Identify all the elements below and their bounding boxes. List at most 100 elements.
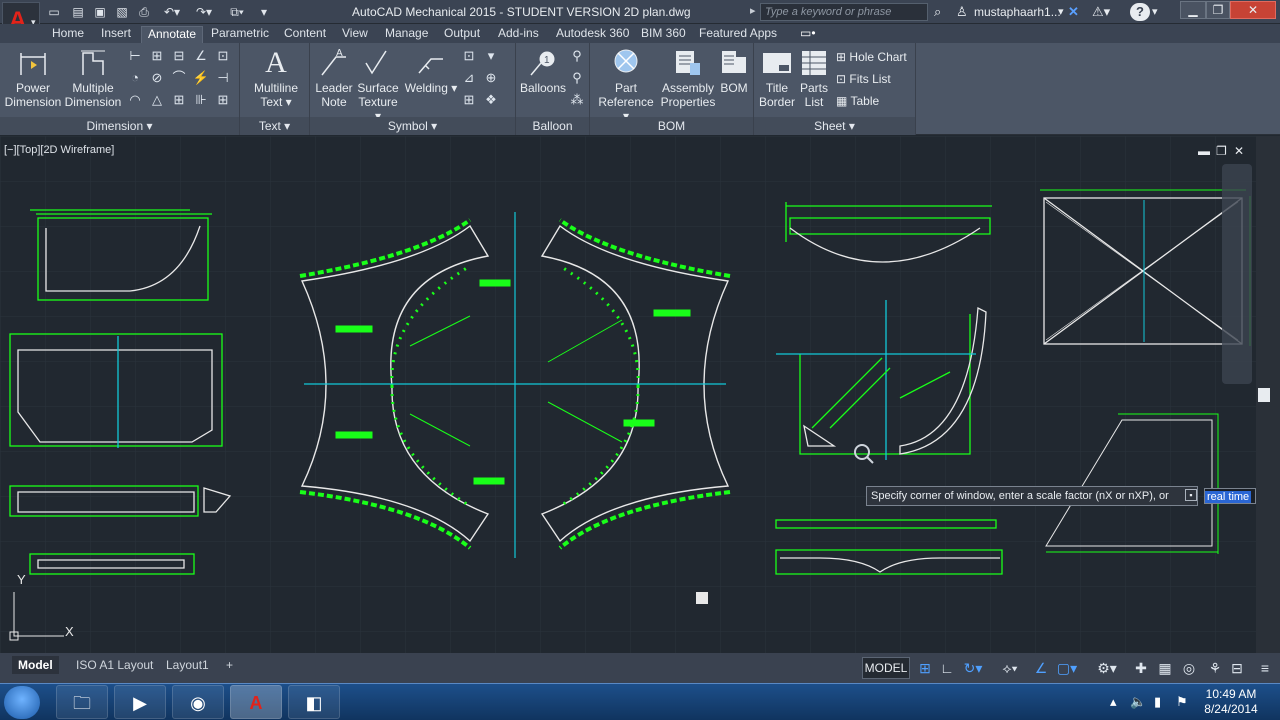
annotation-plus-icon[interactable]: ✚ bbox=[1130, 657, 1152, 681]
save-as-icon[interactable]: ▧ bbox=[114, 4, 130, 20]
vertical-scrollbar[interactable] bbox=[1256, 136, 1280, 653]
caret-down-icon[interactable]: ▾ bbox=[1058, 3, 1064, 21]
chain-dim-icon[interactable]: ⊣ bbox=[214, 69, 232, 87]
tab-layout1[interactable]: Layout1 bbox=[160, 656, 215, 674]
exchange-apps-icon[interactable]: ✕ bbox=[1068, 3, 1079, 21]
dim-style-icon[interactable]: ⊞ bbox=[214, 91, 232, 109]
minimize-button[interactable]: ▁ bbox=[1180, 1, 1206, 19]
workspace-gear-icon[interactable]: ⚙▾ bbox=[1090, 657, 1124, 681]
ribbon-minimize-icon[interactable]: ▭• bbox=[794, 26, 822, 43]
diameter-icon[interactable]: ⊘ bbox=[148, 69, 166, 87]
system-clock[interactable]: 10:49 AM 8/24/2014 bbox=[1194, 687, 1268, 717]
taper-icon[interactable]: ⊿ bbox=[460, 69, 478, 87]
chrome-icon[interactable]: ◉ bbox=[172, 685, 224, 719]
undo-icon[interactable]: ↶▾ bbox=[160, 4, 184, 20]
osnap-icon[interactable]: ⟡▾ bbox=[990, 657, 1030, 681]
tab-bim-360[interactable]: BIM 360 bbox=[635, 26, 692, 43]
ortho-icon[interactable]: ∟ bbox=[936, 657, 958, 681]
stack-dim-icon[interactable]: ⊪ bbox=[192, 91, 210, 109]
part-reference-button[interactable]: Part Reference ▾ bbox=[596, 47, 656, 123]
drawing-canvas[interactable] bbox=[0, 136, 1256, 653]
tab-home[interactable]: Home bbox=[46, 26, 90, 43]
search-input[interactable]: Type a keyword or phrase bbox=[760, 3, 928, 21]
workspace-icon[interactable]: ⧉▾ bbox=[224, 4, 250, 20]
viewport-restore-icon[interactable]: ❐ bbox=[1216, 144, 1227, 158]
print-icon[interactable]: ⎙ bbox=[136, 4, 152, 20]
customize-icon[interactable]: ⊟ bbox=[1226, 657, 1248, 681]
customize-qat-icon[interactable]: ▾ bbox=[256, 4, 272, 20]
user-name[interactable]: mustaphaarh1... bbox=[974, 3, 1061, 21]
tray-arrow-icon[interactable]: ▴ bbox=[1110, 694, 1117, 710]
edge-icon[interactable]: ⊞ bbox=[460, 91, 478, 109]
datum-target-icon[interactable]: ⊕ bbox=[482, 69, 500, 87]
tab-featured-apps[interactable]: Featured Apps bbox=[693, 26, 783, 43]
aligned-dim-icon[interactable]: ⊞ bbox=[148, 47, 166, 65]
dimension-panel-footer[interactable]: Dimension ▾ bbox=[0, 117, 239, 135]
hole-chart-button[interactable]: ⊞ Hole Chart bbox=[836, 49, 907, 65]
multiple-dimension-button[interactable]: Multiple Dimension bbox=[64, 47, 122, 109]
multiline-text-button[interactable]: A Multiline Text ▾ bbox=[248, 47, 304, 110]
recorder-icon[interactable]: ◧ bbox=[288, 685, 340, 719]
redo-icon[interactable]: ↷▾ bbox=[192, 4, 216, 20]
sheet-panel-footer[interactable]: Sheet ▾ bbox=[754, 117, 915, 135]
menu-icon[interactable]: ≡ bbox=[1254, 657, 1276, 681]
leader-note-button[interactable]: A Leader Note bbox=[312, 47, 356, 109]
jogged-icon[interactable]: ⚡ bbox=[192, 69, 210, 87]
text-panel-footer[interactable]: Text ▾ bbox=[240, 117, 309, 135]
hardware-accel-icon[interactable]: ◎ bbox=[1178, 657, 1200, 681]
media-player-icon[interactable]: ▶ bbox=[114, 685, 166, 719]
title-border-button[interactable]: Title Border bbox=[758, 47, 796, 109]
maximize-button[interactable]: ❐ bbox=[1206, 1, 1230, 19]
feature-control-icon[interactable]: ⊡ bbox=[460, 47, 478, 65]
balloon-align-icon[interactable]: ⚲ bbox=[568, 69, 586, 87]
balloon-panel-footer[interactable]: Balloon bbox=[516, 117, 589, 135]
tab-autodesk-360[interactable]: Autodesk 360 bbox=[550, 26, 635, 43]
tab-parametric[interactable]: Parametric bbox=[205, 26, 275, 43]
ordinate-dim-icon[interactable]: ⊡ bbox=[214, 47, 232, 65]
angle-dim-icon[interactable]: ∠ bbox=[192, 47, 210, 65]
network-icon[interactable]: ▮ bbox=[1154, 694, 1161, 710]
symbol-panel-footer[interactable]: Symbol ▾ bbox=[310, 117, 515, 135]
bom-panel-footer[interactable]: BOM bbox=[590, 117, 753, 135]
space-dim-icon[interactable]: ⊞ bbox=[170, 91, 188, 109]
volume-icon[interactable]: 🔈 bbox=[1130, 694, 1146, 710]
welding-button[interactable]: Welding ▾ bbox=[404, 47, 458, 95]
model-space-button[interactable]: MODEL bbox=[862, 657, 910, 679]
tab-insert[interactable]: Insert bbox=[95, 26, 137, 43]
binoculars-icon[interactable]: ⌕ bbox=[934, 3, 941, 21]
help-icon[interactable]: ? bbox=[1130, 3, 1150, 21]
balloons-button[interactable]: 1 Balloons bbox=[518, 47, 568, 95]
hatch-icon[interactable]: ❖ bbox=[482, 91, 500, 109]
power-dimension-button[interactable]: Power Dimension bbox=[4, 47, 62, 109]
scroll-thumb[interactable] bbox=[1258, 388, 1270, 402]
grid-icon[interactable]: ⊞ bbox=[914, 657, 936, 681]
tab-view[interactable]: View bbox=[336, 26, 374, 43]
isolate-icon[interactable]: ▦ bbox=[1154, 657, 1176, 681]
fits-list-button[interactable]: ⊡ Fits List bbox=[836, 71, 891, 87]
stay-connected-icon[interactable]: ⚠▾ bbox=[1092, 3, 1110, 21]
tooltip-options-icon[interactable]: ▪ bbox=[1185, 489, 1197, 501]
tab-model[interactable]: Model bbox=[12, 656, 59, 674]
baseline-dim-icon[interactable]: ⊟ bbox=[170, 47, 188, 65]
explorer-icon[interactable]: 🗀 bbox=[56, 685, 108, 719]
autocad-taskbar-icon[interactable]: A bbox=[230, 685, 282, 719]
surface-texture-button[interactable]: Surface Texture ▾ bbox=[354, 47, 402, 123]
tab-manage[interactable]: Manage bbox=[379, 26, 434, 43]
break-dim-icon[interactable]: △ bbox=[148, 91, 166, 109]
balloon-tool-icon[interactable]: ⚲ bbox=[568, 47, 586, 65]
isodraft-icon[interactable]: ∠ bbox=[1030, 657, 1052, 681]
parts-list-button[interactable]: Parts List bbox=[798, 47, 830, 109]
linear-dim-icon[interactable]: ⊢ bbox=[126, 47, 144, 65]
viewport-close-icon[interactable]: ✕ bbox=[1234, 144, 1244, 158]
tab-annotate[interactable]: Annotate bbox=[141, 26, 204, 43]
viewport-label[interactable]: [−][Top][2D Wireframe] bbox=[4, 144, 114, 156]
arc-dim-icon[interactable]: ◠ bbox=[126, 91, 144, 109]
close-button[interactable]: ✕ bbox=[1230, 1, 1276, 19]
drawing-viewport[interactable]: [−][Top][2D Wireframe] Y X ▬ ❐ ✕ Specify… bbox=[0, 136, 1256, 653]
datum-icon[interactable]: ▾ bbox=[482, 47, 500, 65]
add-layout-icon[interactable]: + bbox=[220, 656, 239, 674]
arc-length-icon[interactable]: ⌒ bbox=[170, 69, 188, 87]
save-icon[interactable]: ▣ bbox=[92, 4, 108, 20]
viewport-minimize-icon[interactable]: ▬ bbox=[1198, 144, 1210, 158]
tab-add-ins[interactable]: Add-ins bbox=[492, 26, 545, 43]
